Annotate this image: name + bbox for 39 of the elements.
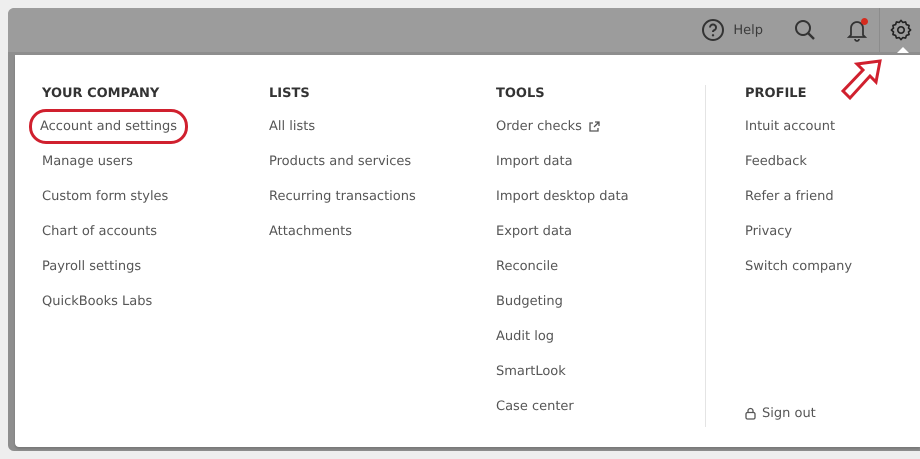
menu-link[interactable]: Manage users: [42, 144, 133, 179]
menu-link[interactable]: Intuit account: [745, 109, 836, 144]
menu-link[interactable]: Payroll settings: [42, 249, 142, 284]
menu-link[interactable]: Reconcile: [496, 249, 558, 284]
menu-link[interactable]: SmartLook: [496, 354, 566, 389]
section-heading: PROFILE: [745, 85, 806, 103]
menu-link[interactable]: Audit log: [496, 319, 554, 354]
menu-link[interactable]: All lists: [269, 109, 316, 144]
external-link-icon: [588, 120, 600, 132]
sign-out-link[interactable]: Sign out: [745, 396, 816, 431]
menu-link[interactable]: Import desktop data: [496, 179, 629, 214]
menu-link[interactable]: Recurring transactions: [269, 179, 416, 214]
menu-link[interactable]: QuickBooks Labs: [42, 284, 152, 319]
section-heading: YOUR COMPANY: [42, 85, 160, 103]
menu-link[interactable]: Budgeting: [496, 284, 563, 319]
menu-link[interactable]: Import data: [496, 144, 573, 179]
help-icon: [701, 18, 726, 42]
section-heading: LISTS: [269, 85, 310, 103]
menu-link[interactable]: Privacy: [745, 214, 792, 249]
menu-link[interactable]: Order checks: [496, 109, 600, 144]
menu-link[interactable]: Products and services: [269, 144, 412, 179]
menu-link[interactable]: Export data: [496, 214, 572, 249]
menu-link[interactable]: Attachments: [269, 214, 352, 249]
menu-link[interactable]: Refer a friend: [745, 179, 834, 214]
lock-icon: [745, 407, 756, 420]
settings-button[interactable]: [888, 17, 914, 43]
annotation-arrow: [840, 59, 882, 100]
menu-link[interactable]: Case center: [496, 389, 574, 424]
help-button[interactable]: Help: [701, 18, 763, 42]
section-heading: TOOLS: [496, 85, 545, 103]
search-icon: [793, 18, 817, 42]
menu-link[interactable]: Custom form styles: [42, 179, 168, 214]
menu-link[interactable]: Switch company: [745, 249, 852, 284]
settings-icon: [890, 19, 912, 41]
menu-link[interactable]: Chart of accounts: [42, 214, 158, 249]
menu-link[interactable]: Account and settings: [32, 112, 186, 141]
notifications-button[interactable]: [845, 17, 869, 43]
menu-link[interactable]: Feedback: [745, 144, 807, 179]
search-button[interactable]: [793, 18, 817, 42]
